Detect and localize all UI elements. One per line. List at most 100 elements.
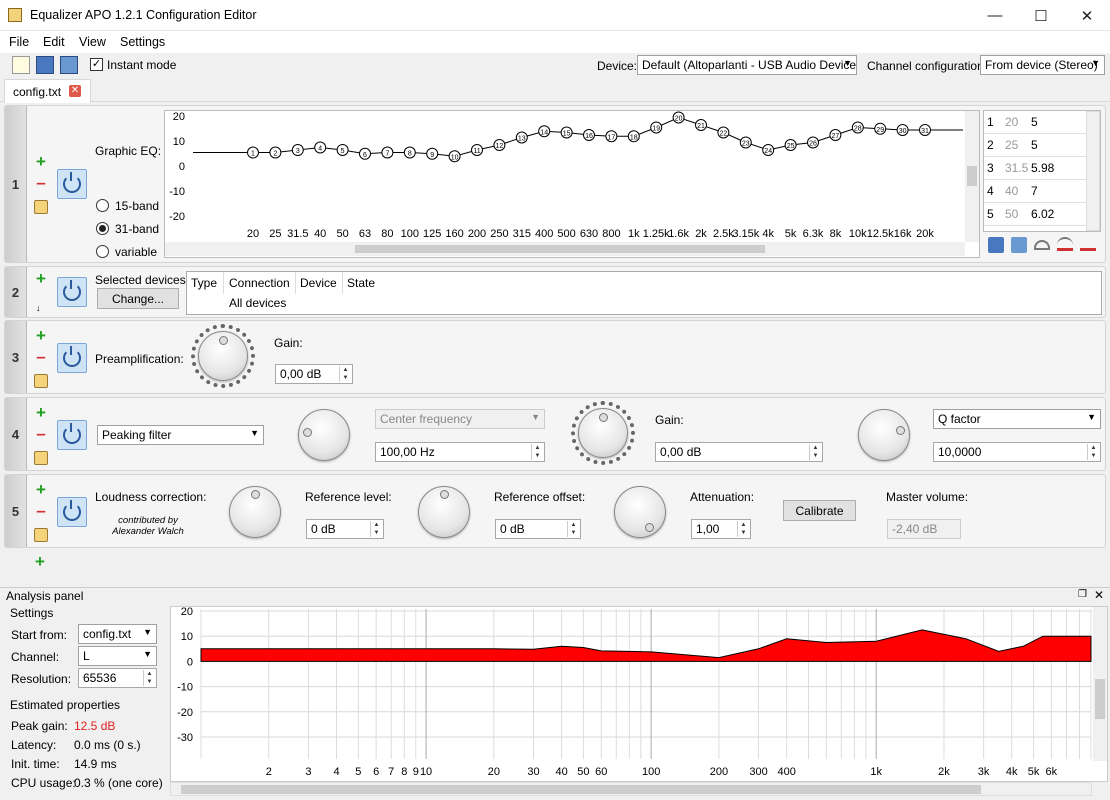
spinner-icon[interactable]: ▲ ▼	[143, 670, 155, 686]
close-icon[interactable]: ✕	[1064, 0, 1110, 31]
q-factor-field[interactable]: 10,0000 ▲ ▼	[933, 442, 1101, 462]
close-tab-icon[interactable]: ✕	[69, 85, 81, 97]
q-factor-knob[interactable]	[858, 409, 910, 461]
remove-filter-icon[interactable]: –	[34, 502, 48, 519]
start-from-select[interactable]: config.txt ▼	[78, 624, 157, 644]
channel-select[interactable]: L ▼	[78, 646, 157, 666]
minimize-icon[interactable]: —	[972, 0, 1018, 31]
peaking-gain-field[interactable]: 0,00 dB ▲ ▼	[655, 442, 823, 462]
eq-band-gain[interactable]: 5	[1028, 111, 1068, 133]
menu-edit[interactable]: Edit	[43, 35, 65, 49]
q-mode-select[interactable]: Q factor ▼	[933, 409, 1101, 429]
menu-file[interactable]: File	[9, 35, 29, 49]
power-toggle-button[interactable]	[57, 169, 87, 199]
add-filter-icon[interactable]: +	[34, 327, 48, 344]
preamp-gain-field[interactable]: 0,00 dB ▲ ▼	[275, 364, 353, 384]
eq-band-table[interactable]: 1 20 5 2 25 5 3 31.5 5.98 4 40 7 5 50 6.02	[983, 110, 1101, 232]
add-filter-icon[interactable]: +	[34, 270, 48, 287]
load-eq-icon[interactable]	[1011, 237, 1027, 253]
remove-filter-icon[interactable]: –	[34, 348, 48, 365]
attenuation-knob[interactable]	[614, 486, 666, 538]
eq-band-frequency[interactable]: 40	[1002, 180, 1028, 202]
peaking-gain-knob[interactable]	[578, 408, 628, 458]
frequency-field[interactable]: 100,00 Hz ▲ ▼	[375, 442, 545, 462]
graphic-eq-svg[interactable]: 20100-10-20120225331.5440550663780810091…	[165, 111, 979, 257]
calibrate-button[interactable]: Calibrate	[783, 500, 856, 521]
spinner-icon[interactable]: ▲ ▼	[370, 521, 382, 537]
normalize-icon[interactable]	[1057, 237, 1073, 251]
save-icon[interactable]	[36, 56, 54, 74]
eq-band-gain[interactable]: 5.98	[1028, 157, 1068, 179]
change-devices-button[interactable]: Change...	[97, 288, 179, 309]
spinner-icon[interactable]: ▲ ▼	[339, 366, 351, 382]
close-panel-icon[interactable]: ✕	[1094, 588, 1104, 602]
eq-band-gain[interactable]: 5	[1028, 134, 1068, 156]
menu-settings[interactable]: Settings	[120, 35, 165, 49]
eq-table-scrollbar[interactable]	[1086, 111, 1100, 231]
eq-band-frequency[interactable]: 25	[1002, 134, 1028, 156]
channel-config-select[interactable]: From device (Stereo) ▼	[980, 55, 1105, 75]
spinner-icon[interactable]: ▲ ▼	[531, 444, 543, 460]
analysis-graph[interactable]: 20 10 0 -10 -20 -30 2 3 4 5 6 7 8 9 10 20 30 40 50 60 100 200…	[170, 606, 1108, 782]
eq-band-frequency[interactable]: 31.5	[1002, 157, 1028, 179]
power-toggle-button[interactable]	[57, 343, 87, 373]
preamp-gain-knob[interactable]	[198, 331, 248, 381]
eq-table-row[interactable]: 5 50 6.02	[984, 203, 1100, 226]
reference-offset-field[interactable]: 0 dB ▲ ▼	[495, 519, 581, 539]
radio-31-band[interactable]	[96, 222, 109, 235]
eq-band-frequency[interactable]: 20	[1002, 111, 1028, 133]
reference-level-field[interactable]: 0 dB ▲ ▼	[306, 519, 384, 539]
eq-table-row[interactable]: 1 20 5	[984, 111, 1100, 134]
device-select[interactable]: Default (Altoparlanti - USB Audio Device…	[637, 55, 857, 75]
eq-table-row[interactable]: 4 40 7	[984, 180, 1100, 203]
filter-type-select[interactable]: Peaking filter ▼	[97, 425, 264, 445]
column-type[interactable]: Type	[191, 276, 217, 290]
menu-view[interactable]: View	[79, 35, 106, 49]
edit-icon[interactable]	[34, 528, 48, 542]
power-toggle-button[interactable]	[57, 277, 87, 307]
table-row[interactable]: All devices	[229, 296, 286, 310]
spinner-icon[interactable]: ▲ ▼	[567, 521, 579, 537]
add-filter-icon[interactable]: +	[34, 404, 48, 421]
power-toggle-button[interactable]	[57, 420, 87, 450]
graphic-eq-graph[interactable]: 20 10 0 -10 -20 1 20 2 25 3 31.5 4 40 5 50 6 63 7 80 8 100 9 1…	[164, 110, 980, 258]
power-toggle-button[interactable]	[57, 497, 87, 527]
reset-response-icon[interactable]	[1080, 237, 1096, 251]
new-file-icon[interactable]	[12, 56, 30, 74]
save-as-icon[interactable]	[60, 56, 78, 74]
column-connection[interactable]: Connection	[229, 276, 290, 290]
save-eq-icon[interactable]	[988, 237, 1004, 253]
eq-table-row[interactable]: 3 31.5 5.98	[984, 157, 1100, 180]
column-device[interactable]: Device	[300, 276, 337, 290]
eq-band-gain[interactable]: 6.02	[1028, 203, 1068, 225]
edit-icon[interactable]	[34, 374, 48, 388]
remove-filter-icon[interactable]: –	[34, 425, 48, 442]
devices-table[interactable]: Type Connection Device State All devices	[186, 271, 1102, 315]
spinner-icon[interactable]: ▲ ▼	[1087, 444, 1099, 460]
edit-icon[interactable]	[34, 451, 48, 465]
spinner-icon[interactable]: ▲ ▼	[737, 521, 749, 537]
reference-level-knob[interactable]	[229, 486, 281, 538]
add-filter-icon[interactable]: +	[34, 153, 48, 170]
invert-response-icon[interactable]	[1034, 240, 1050, 250]
reference-offset-knob[interactable]	[418, 486, 470, 538]
instant-mode-checkbox[interactable]: ✓	[90, 58, 103, 71]
analysis-svg[interactable]: 20100-10-20-302 3 4 5 6 7 8 9 10 20 30 40 50 60 100 200…	[171, 606, 1107, 781]
analysis-h-scrollbar[interactable]	[170, 782, 1092, 796]
frequency-knob[interactable]	[298, 409, 350, 461]
eq-band-frequency[interactable]: 50	[1002, 203, 1028, 225]
attenuation-field[interactable]: 1,00 ▲ ▼	[691, 519, 751, 539]
eq-table-row[interactable]: 2 25 5	[984, 134, 1100, 157]
add-filter-icon[interactable]: +	[34, 481, 48, 498]
radio-variable[interactable]	[96, 245, 109, 258]
undock-icon[interactable]: ❐	[1078, 589, 1087, 600]
radio-15-band[interactable]	[96, 199, 109, 212]
add-filter-icon[interactable]: +	[33, 553, 47, 570]
spinner-icon[interactable]: ▲ ▼	[809, 444, 821, 460]
expand-icon[interactable]: ↓	[36, 303, 41, 313]
remove-filter-icon[interactable]: –	[34, 174, 48, 191]
column-state[interactable]: State	[347, 276, 375, 290]
tab-config[interactable]: config.txt ✕	[4, 79, 91, 103]
resolution-field[interactable]: 65536 ▲ ▼	[78, 668, 157, 688]
eq-band-gain[interactable]: 7	[1028, 180, 1068, 202]
